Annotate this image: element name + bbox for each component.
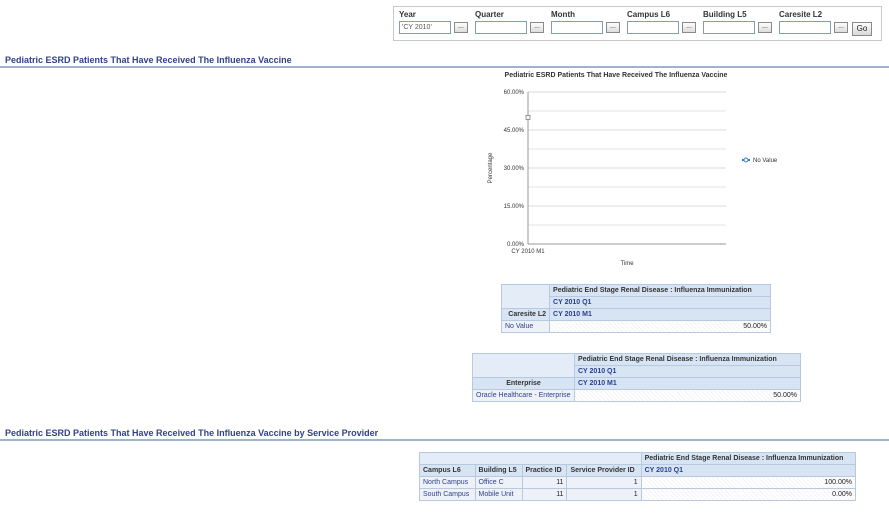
col-header-campus: Campus L6 xyxy=(419,464,476,477)
table-row: Oracle Healthcare - Enterprise 50.00% xyxy=(472,389,801,402)
col-header-building: Building L5 xyxy=(474,464,523,477)
section-divider xyxy=(0,66,889,68)
value-cell: 0.00% xyxy=(640,488,857,501)
legend-label: No Value xyxy=(753,158,778,164)
practice-cell: 11 xyxy=(521,476,568,489)
table-row: No Value 50.00% xyxy=(500,320,771,333)
month-browse-button[interactable]: ... xyxy=(606,22,620,33)
measure-header: Pediatric End Stage Renal Disease : Infl… xyxy=(574,353,801,366)
col-header-practice: Practice ID xyxy=(521,464,568,477)
month-header: CY 2010 M1 xyxy=(574,377,801,390)
building-browse-button[interactable]: ... xyxy=(758,22,772,33)
measure-header: Pediatric End Stage Renal Disease : Infl… xyxy=(640,452,857,465)
y-tick-label: 60.00% xyxy=(504,90,525,96)
row-label: Oracle Healthcare - Enterprise xyxy=(472,389,575,402)
quarter-label: Quarter xyxy=(475,10,504,19)
y-tick-label: 0.00% xyxy=(507,242,525,248)
building-cell: Office C xyxy=(474,476,523,489)
y-axis-label: Percentage xyxy=(488,152,494,183)
row-label: No Value xyxy=(500,320,551,333)
y-tick-label: 30.00% xyxy=(504,166,525,172)
campus-cell: South Campus xyxy=(419,488,476,501)
line-chart: 0.00% 15.00% 30.00% 45.00% 60.00% Percentage… xyxy=(488,90,778,267)
provider-cell: 1 xyxy=(566,488,642,501)
caresite-prompt: Caresite L2 ... xyxy=(779,10,848,34)
chart-legend: No Value xyxy=(742,157,778,164)
chart-title: Pediatric ESRD Patients That Have Receiv… xyxy=(504,72,728,79)
table-corner xyxy=(472,353,575,378)
year-input[interactable] xyxy=(399,21,451,34)
quarter-header: CY 2010 Q1 xyxy=(640,464,857,477)
col-header-provider: Service Provider ID xyxy=(566,464,642,477)
caresite-input[interactable] xyxy=(779,21,831,34)
quarter-header: CY 2010 Q1 xyxy=(574,365,801,378)
table-row: South Campus Mobile Unit 11 1 0.00% xyxy=(419,488,857,501)
caresite-label: Caresite L2 xyxy=(779,10,823,19)
building-prompt: Building L5 ... xyxy=(703,10,772,34)
quarter-prompt: Quarter ... xyxy=(475,10,544,34)
campus-input[interactable] xyxy=(627,21,679,34)
row-header: Caresite L2 xyxy=(500,308,551,321)
y-tick-label: 45.00% xyxy=(504,128,525,134)
row-value: 50.00% xyxy=(574,389,801,402)
building-label: Building L5 xyxy=(703,10,747,19)
enterprise-pivot-table: Pediatric End Stage Renal Disease : Infl… xyxy=(472,353,801,402)
month-prompt: Month ... xyxy=(551,10,620,34)
table-corner xyxy=(419,452,642,465)
building-input[interactable] xyxy=(703,21,755,34)
campus-prompt: Campus L6 ... xyxy=(627,10,696,34)
month-header: CY 2010 M1 xyxy=(549,308,771,321)
y-tick-label: 15.00% xyxy=(504,204,525,210)
caresite-pivot-table: Pediatric End Stage Renal Disease : Infl… xyxy=(500,284,771,333)
data-point[interactable] xyxy=(525,114,531,120)
prompt-bar: Year ... Quarter ... Month ... Campus L6… xyxy=(393,6,882,41)
provider-pivot-table: Pediatric End Stage Renal Disease : Infl… xyxy=(419,452,857,501)
quarter-browse-button[interactable]: ... xyxy=(530,22,544,33)
caresite-browse-button[interactable]: ... xyxy=(834,22,848,33)
quarter-header: CY 2010 Q1 xyxy=(549,296,771,309)
campus-label: Campus L6 xyxy=(627,10,671,19)
year-prompt: Year ... xyxy=(399,10,468,34)
practice-cell: 11 xyxy=(521,488,568,501)
table-corner xyxy=(500,284,551,309)
section-title-vaccine: Pediatric ESRD Patients That Have Receiv… xyxy=(5,55,292,65)
go-button[interactable]: Go xyxy=(852,22,872,36)
section-divider xyxy=(0,439,889,441)
month-label: Month xyxy=(551,10,575,19)
x-axis-label: Time xyxy=(620,261,634,267)
building-cell: Mobile Unit xyxy=(474,488,523,501)
row-value: 50.00% xyxy=(549,320,771,333)
campus-cell: North Campus xyxy=(419,476,476,489)
quarter-input[interactable] xyxy=(475,21,527,34)
provider-cell: 1 xyxy=(566,476,642,489)
table-row: North Campus Office C 11 1 100.00% xyxy=(419,476,857,489)
campus-browse-button[interactable]: ... xyxy=(682,22,696,33)
x-tick-label: CY 2010 M1 xyxy=(511,249,545,255)
section-title-by-provider: Pediatric ESRD Patients That Have Receiv… xyxy=(5,428,379,438)
value-cell: 100.00% xyxy=(640,476,857,489)
row-header: Enterprise xyxy=(472,377,575,390)
year-browse-button[interactable]: ... xyxy=(454,22,468,33)
month-input[interactable] xyxy=(551,21,603,34)
year-label: Year xyxy=(399,10,416,19)
measure-header: Pediatric End Stage Renal Disease : Infl… xyxy=(549,284,771,297)
